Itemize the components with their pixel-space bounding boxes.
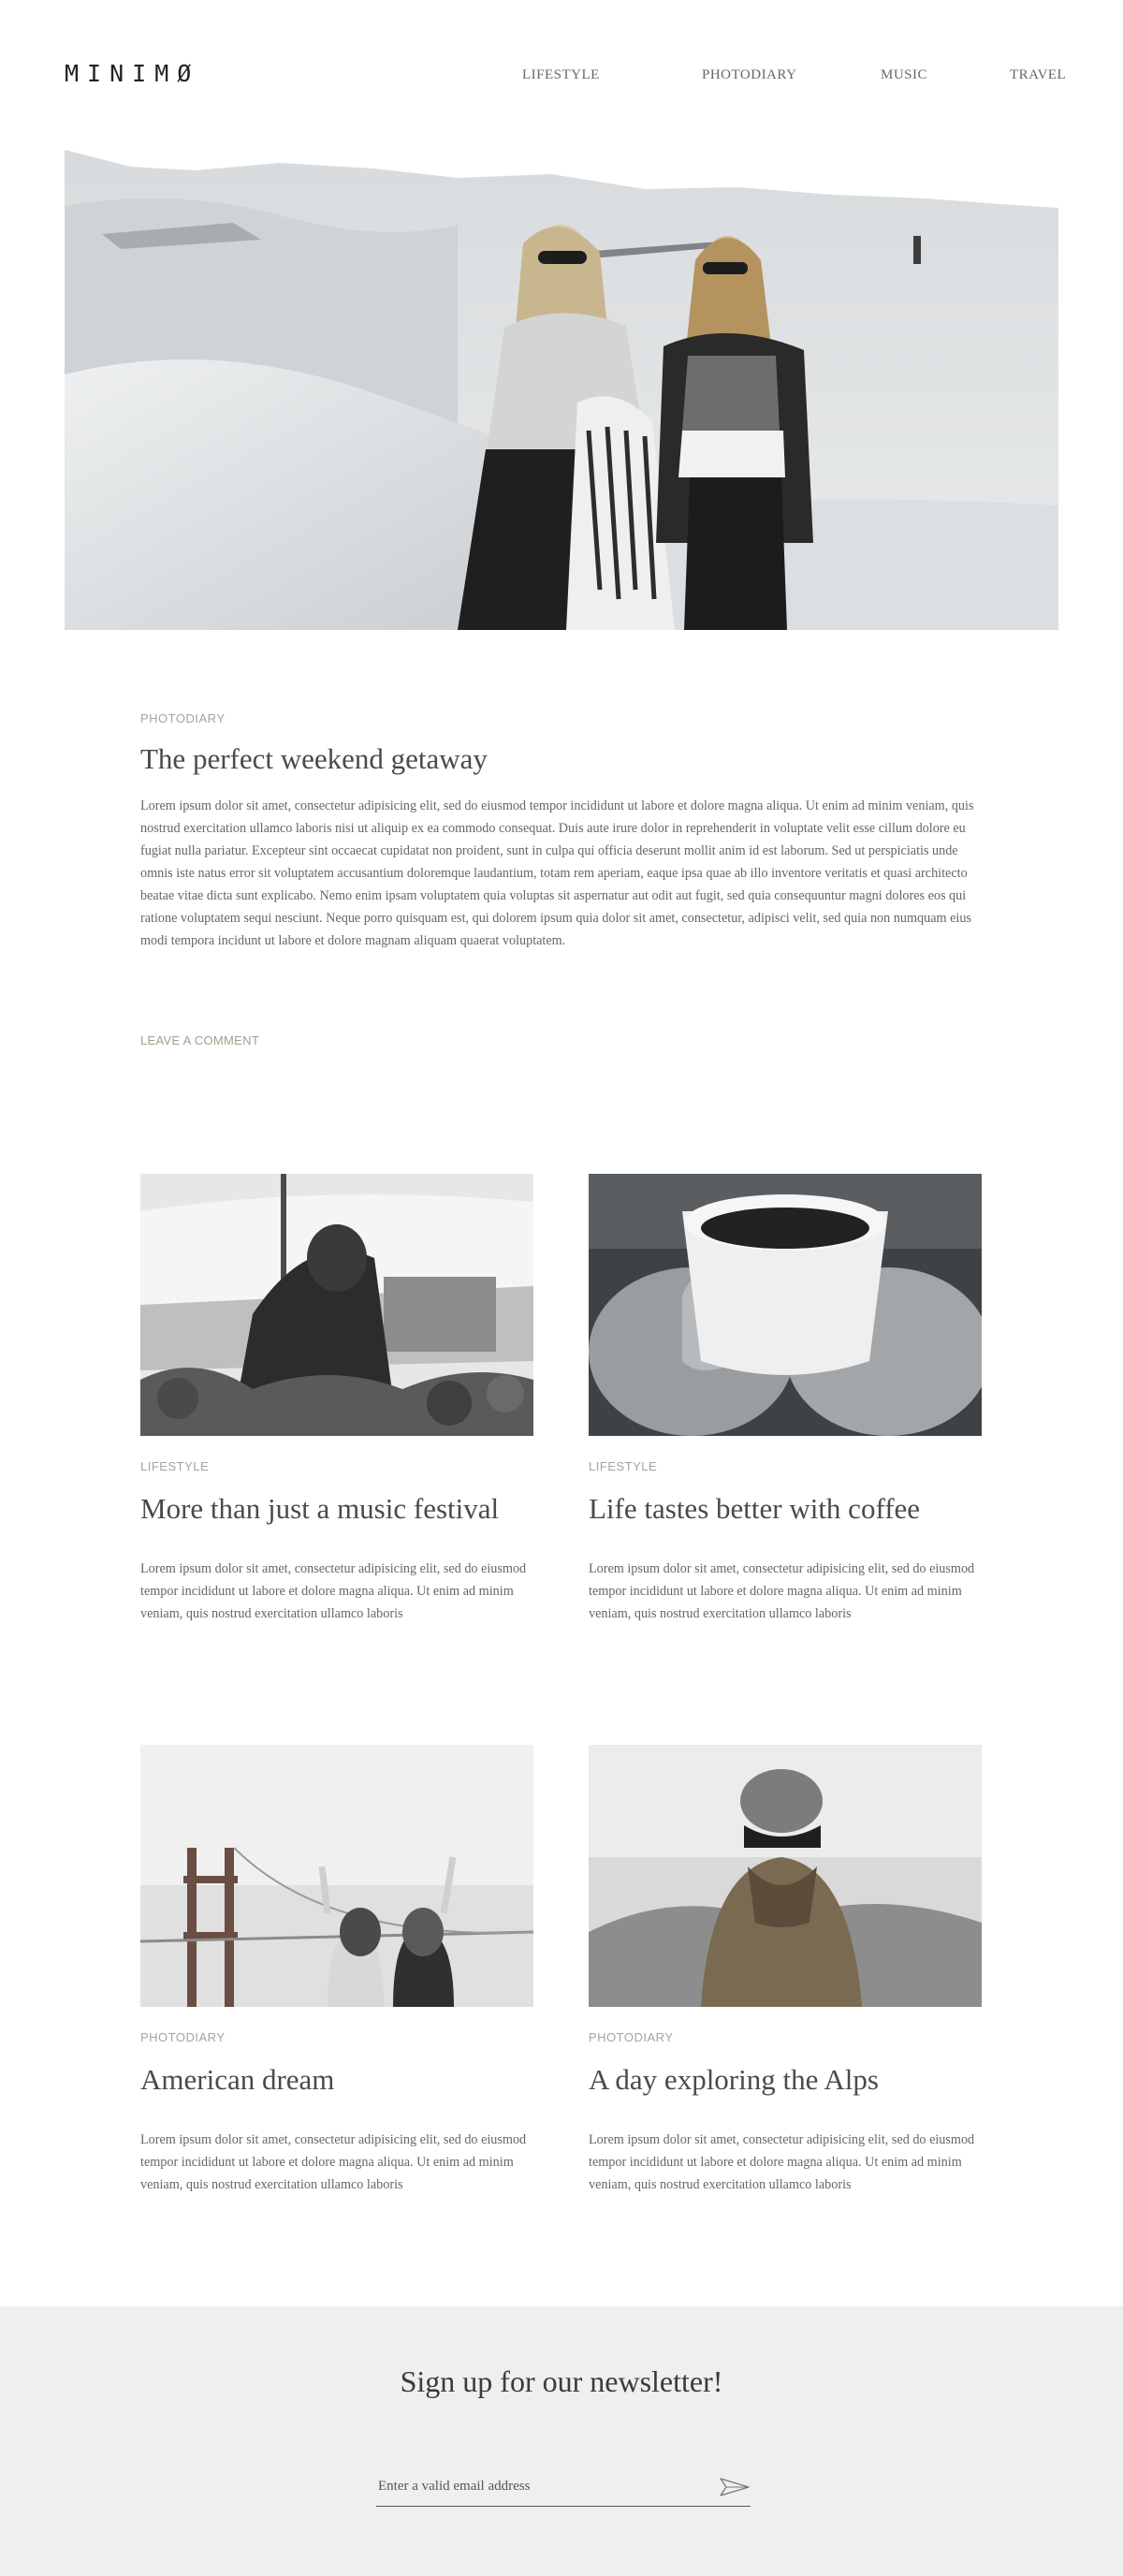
post-image-coffee[interactable]: [589, 1174, 982, 1436]
site-logo[interactable]: MINIMØ: [65, 60, 199, 87]
nav-music[interactable]: MUSIC: [881, 67, 927, 83]
newsletter-section: Sign up for our newsletter!: [0, 2306, 1123, 2576]
post-excerpt: Lorem ipsum dolor sit amet, consectetur …: [589, 2132, 975, 2192]
nav-travel[interactable]: TRAVEL: [1010, 67, 1066, 83]
nav-photodiary[interactable]: PHOTODIARY: [702, 67, 796, 83]
email-field-wrapper: [376, 2467, 751, 2507]
post-image-bridge[interactable]: [140, 1745, 533, 2007]
post-image-festival[interactable]: [140, 1174, 533, 1436]
leave-comment-link[interactable]: LEAVE A COMMENT: [140, 1033, 259, 1047]
featured-title[interactable]: The perfect weekend getaway: [140, 742, 983, 776]
nav-lifestyle[interactable]: LIFESTYLE: [522, 67, 600, 83]
newsletter-title: Sign up for our newsletter!: [400, 2364, 723, 2398]
post-title[interactable]: More than just a music festival: [140, 1492, 499, 1526]
post-category[interactable]: LIFESTYLE: [140, 1459, 209, 1473]
email-input[interactable]: [378, 2475, 696, 2497]
featured-article: PHOTODIARY The perfect weekend getaway L…: [140, 711, 983, 952]
post-title[interactable]: American dream: [140, 2063, 334, 2097]
post-title[interactable]: Life tastes better with coffee: [589, 1492, 920, 1526]
paper-plane-icon[interactable]: [719, 2475, 751, 2499]
post-card: PHOTODIARY A day exploring the Alps Lore…: [589, 1745, 982, 2192]
post-excerpt: Lorem ipsum dolor sit amet, consectetur …: [140, 1561, 527, 1621]
post-category[interactable]: LIFESTYLE: [589, 1459, 657, 1473]
post-card: LIFESTYLE More than just a music festiva…: [140, 1174, 533, 1621]
site-header: MINIMØ LIFESTYLE PHOTODIARY MUSIC TRAVEL: [0, 0, 1123, 150]
post-card: PHOTODIARY American dream Lorem ipsum do…: [140, 1745, 533, 2192]
post-excerpt: Lorem ipsum dolor sit amet, consectetur …: [140, 2132, 527, 2192]
hero-image[interactable]: [65, 150, 1058, 630]
post-excerpt: Lorem ipsum dolor sit amet, consectetur …: [589, 1561, 975, 1621]
featured-body: Lorem ipsum dolor sit amet, consectetur …: [140, 798, 974, 948]
post-category[interactable]: PHOTODIARY: [140, 2030, 225, 2044]
featured-category[interactable]: PHOTODIARY: [140, 711, 983, 725]
post-category[interactable]: PHOTODIARY: [589, 2030, 673, 2044]
post-card: LIFESTYLE Life tastes better with coffee…: [589, 1174, 982, 1621]
post-title[interactable]: A day exploring the Alps: [589, 2063, 879, 2097]
post-image-alps[interactable]: [589, 1745, 982, 2007]
